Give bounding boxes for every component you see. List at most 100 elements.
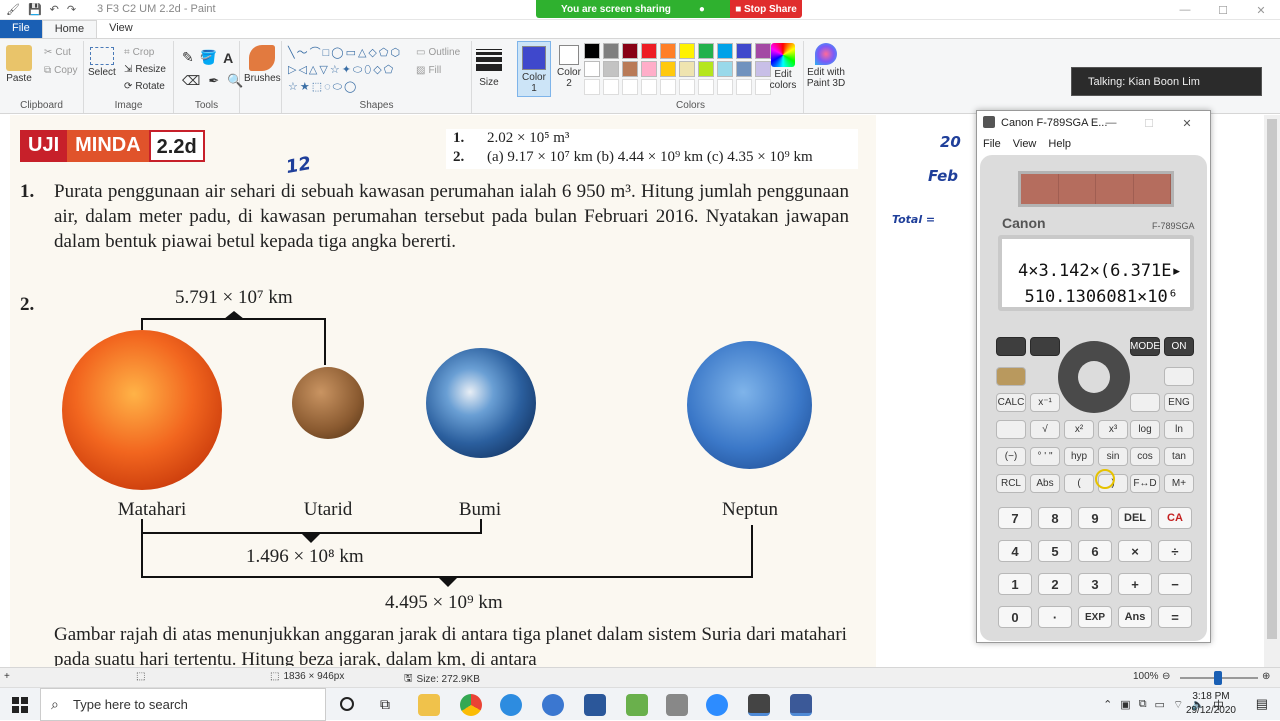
windows-start-icon[interactable] xyxy=(12,697,28,713)
crop-button[interactable]: ⌗ Crop xyxy=(124,47,154,58)
size-button[interactable]: Size xyxy=(476,45,502,88)
chrome-icon[interactable] xyxy=(460,694,482,716)
degree-key[interactable]: ° ' " xyxy=(1030,447,1060,466)
key-0[interactable]: 0 xyxy=(998,606,1032,628)
undo-icon[interactable]: ↶ xyxy=(50,3,59,16)
color2-button[interactable]: Color 2 xyxy=(554,41,584,97)
ans-key[interactable]: Ans xyxy=(1118,606,1152,628)
cos-key[interactable]: cos xyxy=(1130,447,1160,466)
multiply-key[interactable]: × xyxy=(1118,540,1152,562)
edit-with-paint3d-button[interactable]: Edit with Paint 3D xyxy=(806,43,846,89)
key-1[interactable]: 1 xyxy=(998,573,1032,595)
edge-icon[interactable] xyxy=(542,694,564,716)
divide-key[interactable]: ÷ xyxy=(1158,540,1192,562)
word-icon[interactable] xyxy=(584,694,606,716)
maximize-button[interactable]: ☐ xyxy=(1204,0,1242,20)
palette-swatch[interactable] xyxy=(603,61,619,77)
color1-button[interactable]: Color 1 xyxy=(517,41,551,97)
palette-swatch[interactable] xyxy=(622,79,638,95)
zoom-out-button[interactable]: ⊖ xyxy=(1162,671,1170,682)
redo-icon[interactable]: ↷ xyxy=(67,3,76,16)
select-button[interactable]: Select xyxy=(88,47,116,78)
hyp-key[interactable]: hyp xyxy=(1064,447,1094,466)
ca-key[interactable]: CA xyxy=(1158,507,1192,529)
zoom-in-button[interactable]: ⊕ xyxy=(1262,671,1270,682)
color-palette[interactable] xyxy=(584,43,772,95)
palette-swatch[interactable] xyxy=(717,43,733,59)
ln-key[interactable]: ln xyxy=(1164,420,1194,439)
rotate-button[interactable]: ⟳ Rotate xyxy=(124,81,165,92)
palette-swatch[interactable] xyxy=(641,61,657,77)
palette-swatch[interactable] xyxy=(603,43,619,59)
tab-file[interactable]: File xyxy=(0,20,42,38)
palette-swatch[interactable] xyxy=(698,43,714,59)
minimize-button[interactable]: — xyxy=(1166,0,1204,20)
log-key[interactable]: log xyxy=(1130,420,1160,439)
scrollbar-thumb[interactable] xyxy=(1267,119,1277,639)
calc-menu-file[interactable]: File xyxy=(983,138,1001,150)
palette-swatch[interactable] xyxy=(736,61,752,77)
palette-swatch[interactable] xyxy=(679,61,695,77)
alpha-key[interactable] xyxy=(1030,337,1060,356)
key-9[interactable]: 9 xyxy=(1078,507,1112,529)
paint-canvas[interactable]: UJI MINDA 2.2d 1. 2.02 × 10⁵ m³ 2. (a) 9… xyxy=(10,115,876,667)
palette-swatch[interactable] xyxy=(717,61,733,77)
fraction-decimal-key[interactable]: F↔D xyxy=(1130,474,1160,493)
negative-key[interactable]: (−) xyxy=(996,447,1026,466)
decimal-key[interactable]: · xyxy=(1038,606,1072,628)
pencil-icon[interactable]: ✎ xyxy=(182,49,194,66)
palette-swatch[interactable] xyxy=(584,43,600,59)
sqrt-key[interactable]: √ xyxy=(1030,420,1060,439)
color-picker-icon[interactable]: ✒ xyxy=(208,73,219,89)
palette-swatch[interactable] xyxy=(622,61,638,77)
direction-pad[interactable] xyxy=(1058,341,1130,413)
fill-button[interactable]: ▨ Fill xyxy=(416,65,441,76)
open-paren-key[interactable]: ( xyxy=(1064,474,1094,493)
power-key[interactable] xyxy=(996,420,1026,439)
palette-swatch[interactable] xyxy=(584,61,600,77)
del-key[interactable]: DEL xyxy=(1118,507,1152,529)
tan-key[interactable]: tan xyxy=(1164,447,1194,466)
cut-button[interactable]: ✂ Cut xyxy=(44,47,71,58)
key-5[interactable]: 5 xyxy=(1038,540,1072,562)
palette-swatch[interactable] xyxy=(660,61,676,77)
palette-swatch[interactable] xyxy=(736,79,752,95)
equals-key[interactable]: = xyxy=(1158,606,1192,628)
tab-home[interactable]: Home xyxy=(41,20,98,38)
zoom-slider-thumb[interactable] xyxy=(1214,671,1222,685)
sin-key[interactable]: sin xyxy=(1098,447,1128,466)
zoom-app-icon[interactable] xyxy=(706,694,728,716)
notification-icon[interactable]: ▤ xyxy=(1256,696,1268,712)
shapes-gallery[interactable]: ╲〜⌒□◯▭△◇⬠⬡ ▷◁△▽☆✦⬭⬯◇⬠ ☆★⬚◌⬭◯ xyxy=(288,45,408,96)
rcl-key[interactable]: RCL xyxy=(996,474,1026,493)
palette-swatch[interactable] xyxy=(641,79,657,95)
fraction-key[interactable] xyxy=(1130,393,1160,412)
mode-key[interactable]: MODE xyxy=(1130,337,1160,356)
brushes-button[interactable]: Brushes xyxy=(244,45,281,84)
key-8[interactable]: 8 xyxy=(1038,507,1072,529)
calculator-minimize-button[interactable]: — xyxy=(1092,111,1130,135)
reciprocal-key[interactable]: x⁻¹ xyxy=(1030,393,1060,412)
key-6[interactable]: 6 xyxy=(1078,540,1112,562)
palette-swatch[interactable] xyxy=(679,43,695,59)
paste-button[interactable]: Paste xyxy=(6,45,32,84)
file-explorer-icon[interactable] xyxy=(418,694,440,716)
wifi-icon[interactable]: ⌔ xyxy=(1173,698,1183,712)
save-icon[interactable]: 💾 xyxy=(28,3,42,16)
key-4[interactable]: 4 xyxy=(998,540,1032,562)
browser-icon[interactable] xyxy=(500,694,522,716)
palette-swatch[interactable] xyxy=(660,43,676,59)
shift-key[interactable] xyxy=(996,337,1026,356)
text-tool-icon[interactable]: A xyxy=(223,50,233,66)
calc-key[interactable]: CALC xyxy=(996,393,1026,412)
abs-key[interactable]: Abs xyxy=(1030,474,1060,493)
vertical-scrollbar[interactable] xyxy=(1264,115,1280,667)
app-icon[interactable] xyxy=(666,694,688,716)
calculator-taskbar-icon[interactable] xyxy=(748,694,770,716)
minus-key[interactable]: − xyxy=(1158,573,1192,595)
calc-menu-view[interactable]: View xyxy=(1013,138,1037,150)
m-plus-key[interactable]: M+ xyxy=(1164,474,1194,493)
close-button[interactable]: ✕ xyxy=(1242,0,1280,20)
app-icon[interactable] xyxy=(626,694,648,716)
palette-swatch[interactable] xyxy=(603,79,619,95)
